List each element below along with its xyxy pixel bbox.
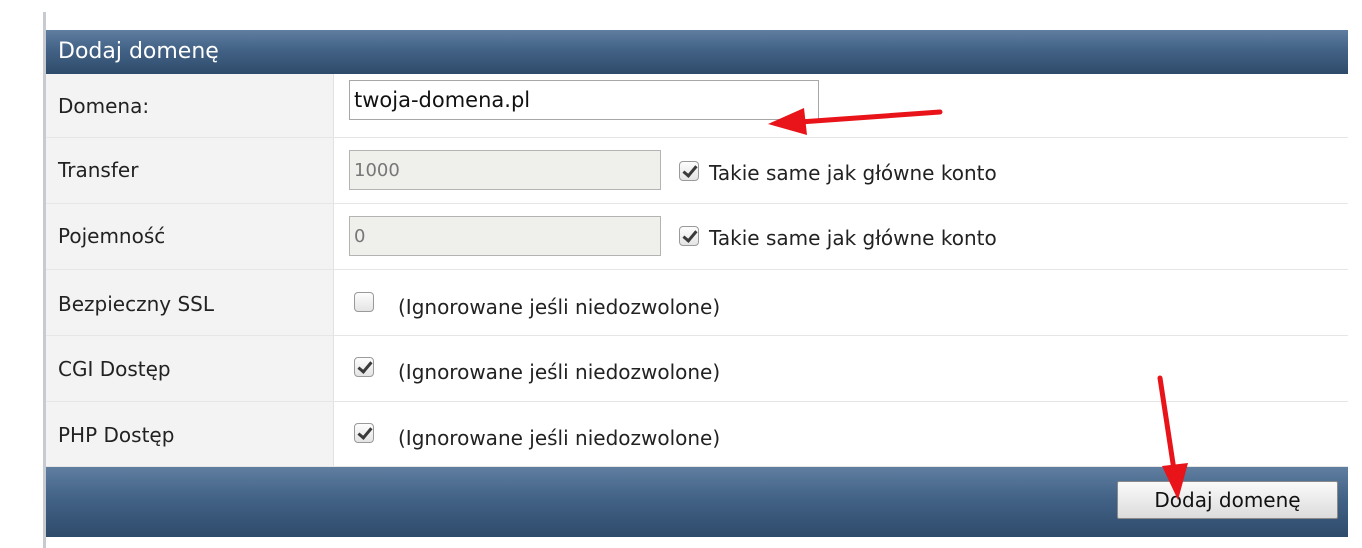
annotation-arrows bbox=[768, 108, 1188, 500]
arrow-to-domain-input bbox=[768, 108, 943, 135]
arrow-to-submit-button bbox=[1157, 375, 1188, 500]
